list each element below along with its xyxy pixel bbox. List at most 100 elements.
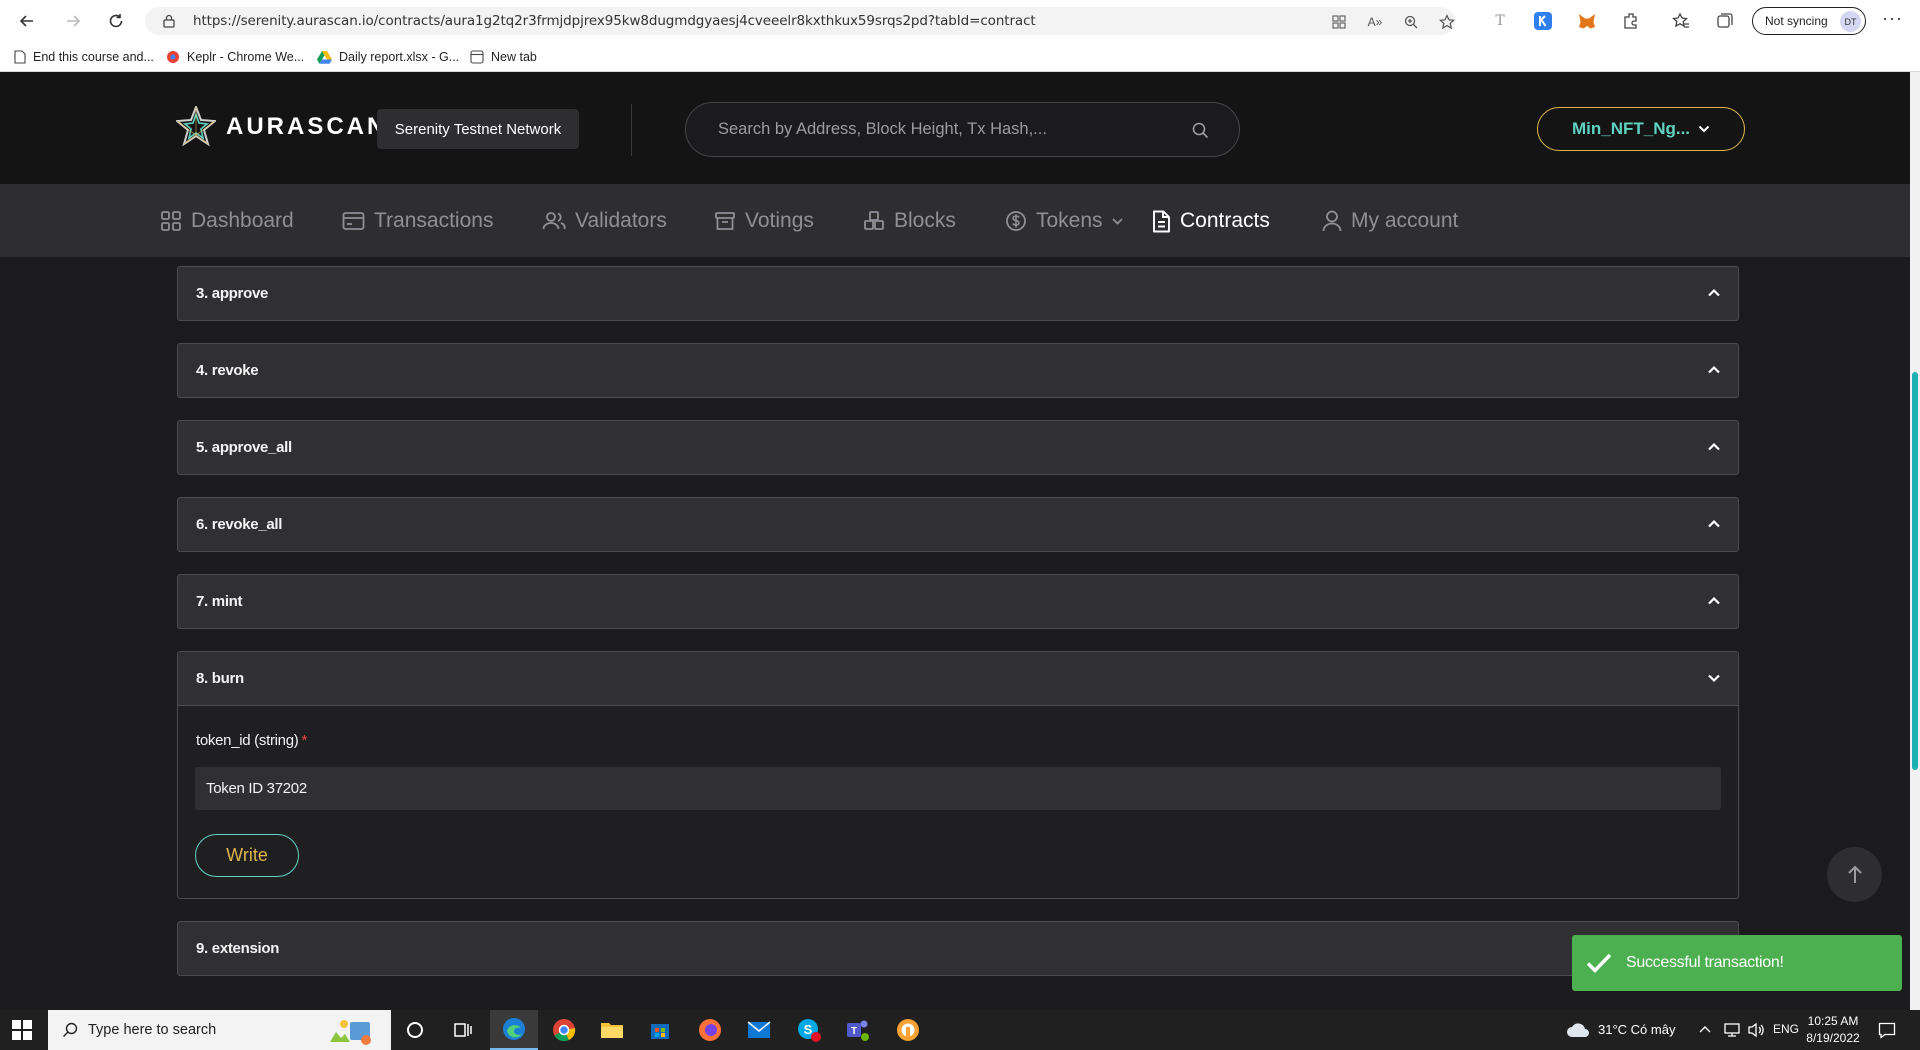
function-mint[interactable]: 7. mint [177,574,1739,629]
nav-contracts[interactable]: Contracts [1151,206,1270,236]
nav-my-account[interactable]: My account [1322,206,1458,236]
page-scrollbar[interactable] [1910,72,1920,1010]
aurascan-logo[interactable]: AURASCAN [176,106,387,148]
function-title: 8. burn [196,670,244,687]
taskbar-search[interactable]: Type here to search [48,1010,391,1050]
toast-message: Successful transaction! [1626,954,1784,971]
card-icon [342,212,365,230]
chevron-up-icon[interactable] [1699,1025,1711,1033]
nav-label: Votings [745,209,814,232]
arrow-up-icon [1847,865,1862,883]
sync-label: Not syncing [1765,14,1828,28]
nav-label: My account [1351,209,1459,232]
back-button[interactable] [14,8,40,34]
chrome-taskbar-icon[interactable] [540,1010,588,1050]
file-explorer-icon[interactable] [588,1010,636,1050]
translate-ext-icon[interactable]: T [1489,10,1511,32]
site-header: AURASCAN Serenity Testnet Network Search… [0,72,1920,184]
scrollbar-thumb[interactable] [1912,372,1918,770]
bookmark-item[interactable]: Daily report.xlsx - G... [317,47,459,67]
nav-validators[interactable]: Validators [542,206,667,236]
nav-transactions[interactable]: Transactions [342,206,493,236]
browser-menu-icon[interactable]: ··· [1882,8,1903,29]
search-icon[interactable] [1192,122,1209,139]
search-highlight-icon [330,1020,371,1045]
network-icon[interactable] [1723,1022,1741,1038]
edge-taskbar-icon[interactable] [490,1010,538,1050]
nav-blocks[interactable]: Blocks [863,206,956,236]
function-extension[interactable]: 9. extension [177,921,1739,976]
function-revoke[interactable]: 4. revoke [177,343,1739,398]
account-button[interactable]: Min_NFT_Ng... [1537,107,1745,151]
nav-dashboard[interactable]: Dashboard [160,206,294,236]
refresh-button[interactable] [103,8,129,34]
forward-button[interactable] [60,8,86,34]
chevron-down-icon [1111,217,1123,225]
scroll-to-top-button[interactable] [1827,847,1882,902]
favorites-icon[interactable] [1670,10,1692,32]
logo-text: AURASCAN [226,113,388,140]
collections-icon[interactable] [1714,10,1736,32]
weather-text[interactable]: 31°C Có mây [1598,1022,1675,1037]
function-approve[interactable]: 3. approve [177,266,1739,321]
success-toast[interactable]: Successful transaction! [1572,935,1902,991]
search-input[interactable]: Search by Address, Block Height, Tx Hash… [685,102,1240,157]
cortana-icon[interactable] [391,1010,439,1050]
app-taskbar-icon[interactable] [884,1010,932,1050]
task-view-icon[interactable] [439,1010,487,1050]
bookmark-item[interactable]: Keplr - Chrome We... [166,47,304,67]
bookmark-label: Keplr - Chrome We... [187,50,305,64]
search-icon [63,1022,78,1037]
nav-votings[interactable]: Votings [714,206,814,236]
function-burn-header[interactable]: 8. burn [178,652,1738,706]
notifications-icon[interactable] [1878,1022,1896,1039]
lock-icon [163,14,175,28]
keplr-icon [167,51,179,63]
windows-taskbar: Type here to search S T 31°C Có mây ENG … [0,1010,1920,1050]
bookmark-item[interactable]: New tab [470,47,537,67]
token-id-input[interactable]: Token ID 37202 [195,767,1721,810]
zoom-icon[interactable] [1403,14,1419,30]
function-revoke-all[interactable]: 6. revoke_all [177,497,1739,552]
checkmark-icon [1586,953,1612,973]
write-button[interactable]: Write [195,834,299,877]
windows-start-icon[interactable] [12,1020,32,1040]
nav-tokens[interactable]: Tokens [1005,206,1123,236]
search-placeholder: Search by Address, Block Height, Tx Hash… [718,120,1047,138]
function-approve-all[interactable]: 5. approve_all [177,420,1739,475]
app-available-icon[interactable] [1331,14,1347,30]
chevron-up-icon [1708,596,1720,605]
back-arrow-icon [19,15,33,27]
skype-taskbar-icon[interactable]: S [785,1010,833,1050]
token-id-value: Token ID 37202 [206,780,307,797]
teams-taskbar-icon[interactable]: T [834,1010,882,1050]
favorite-add-icon[interactable] [1439,14,1455,30]
nav-label: Dashboard [191,209,294,232]
chevron-down-icon [1708,674,1720,683]
newtab-icon [470,50,484,64]
nav-label: Transactions [374,209,494,232]
aurascan-page: AURASCAN Serenity Testnet Network Search… [0,72,1920,1010]
profile-sync-button[interactable]: Not syncing DT [1752,7,1866,35]
chevron-up-icon [1708,288,1720,297]
metamask-ext-icon[interactable] [1576,10,1598,32]
function-title: 7. mint [196,593,243,610]
store-taskbar-icon[interactable] [636,1010,684,1050]
taskbar-clock[interactable]: 10:25 AM 8/19/2022 [1804,1013,1862,1047]
main-nav: Dashboard Transactions Validators Voting… [0,184,1920,257]
function-title: 6. revoke_all [196,516,283,533]
keplr-ext-icon[interactable] [1532,10,1554,32]
read-aloud-icon[interactable]: A» [1367,14,1383,30]
nav-label: Validators [575,209,667,232]
address-bar[interactable]: https://serenity.aurascan.io/contracts/a… [145,7,1455,35]
extensions-icon[interactable] [1620,10,1642,32]
bookmark-item[interactable]: End this course and... [14,47,154,67]
mail-taskbar-icon[interactable] [735,1010,783,1050]
language-indicator[interactable]: ENG [1773,1022,1799,1036]
firefox-taskbar-icon[interactable] [686,1010,734,1050]
bookmark-label: End this course and... [33,50,154,64]
nav-label: Contracts [1180,209,1270,232]
volume-icon[interactable] [1747,1022,1765,1038]
chevron-up-icon [1708,365,1720,374]
profile-avatar: DT [1840,11,1861,32]
